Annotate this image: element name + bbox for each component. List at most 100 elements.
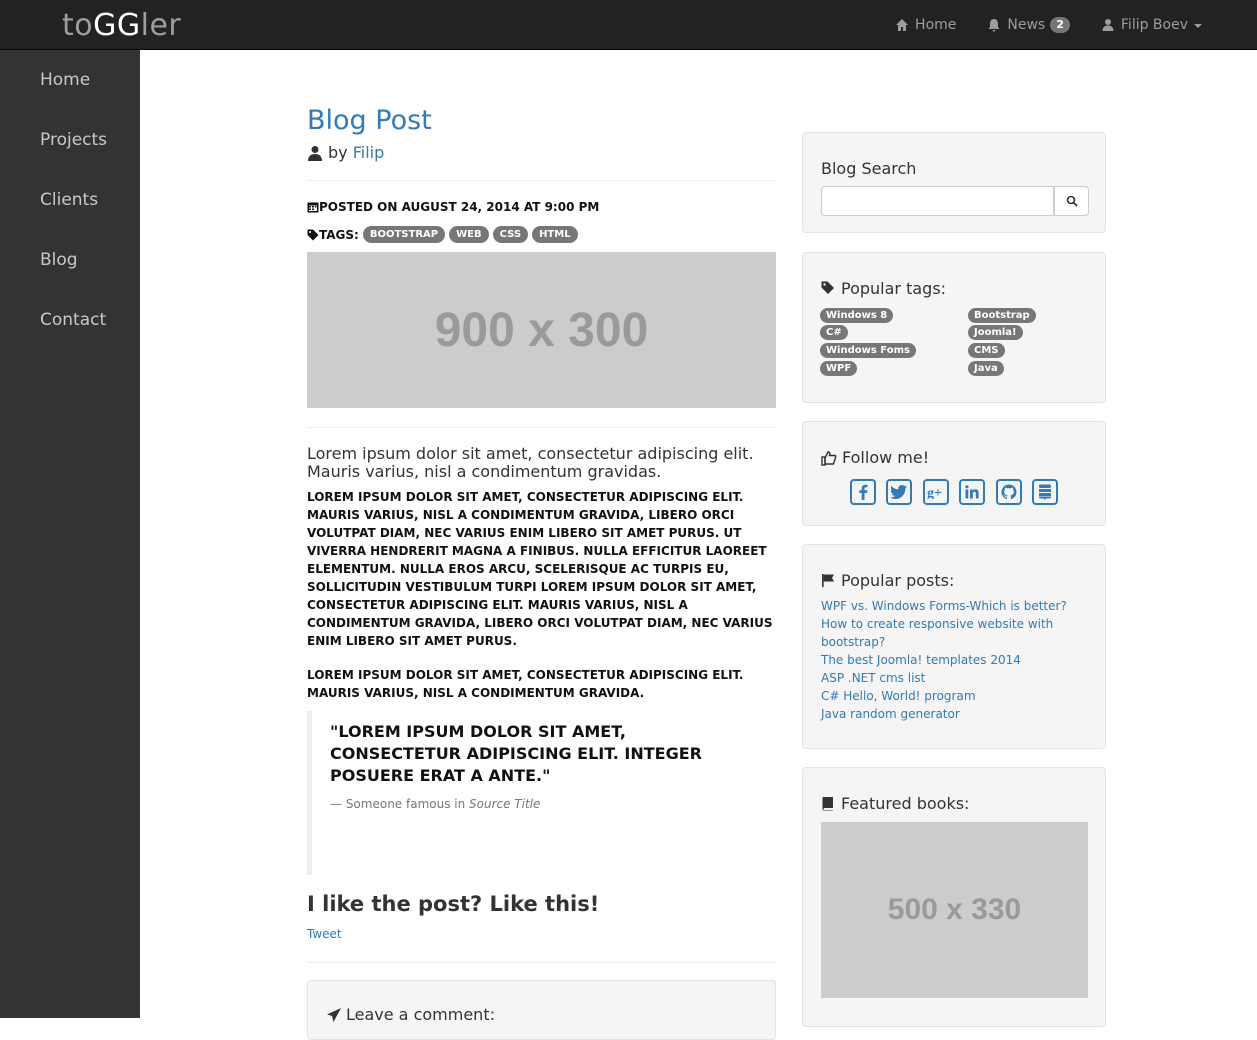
home-icon [896, 19, 909, 31]
user-icon [1102, 19, 1114, 31]
follow-title-text: Follow me! [842, 448, 930, 467]
nav-home-label: Home [915, 17, 957, 33]
post-tags: TAGS: BOOTSTRAP WEB CSS HTML [307, 226, 578, 243]
popular-post-link[interactable]: Java random generator [821, 705, 1091, 723]
facebook-icon[interactable] [850, 479, 876, 505]
popular-posts-list: WPF vs. Windows Forms-Which is better? H… [821, 597, 1091, 723]
nav-user-label: Filip Boev [1120, 17, 1188, 33]
brand-logo[interactable]: toGGler [62, 8, 181, 44]
sidebar: Home Projects Clients Blog Contact [0, 50, 140, 1018]
quote-source: — Someone famous in Source Title [330, 797, 540, 811]
search-button[interactable] [1054, 186, 1089, 216]
stack-exchange-icon[interactable] [1032, 479, 1058, 505]
flag-icon [822, 574, 834, 587]
post-image-label: 900 x 300 [434, 303, 649, 357]
tweet-button[interactable]: Tweet [307, 927, 342, 941]
popular-posts-title-text: Popular posts: [841, 571, 955, 590]
popular-posts-widget: Popular posts: WPF vs. Windows Forms-Whi… [802, 544, 1106, 749]
popular-tag[interactable]: C# [820, 325, 848, 340]
news-count-badge: 2 [1050, 17, 1070, 33]
user-icon [308, 145, 322, 161]
tags-icon [821, 281, 834, 294]
like-heading: I like the post? Like this! [307, 892, 600, 916]
post-paragraph: Lorem ipsum dolor sit amet, consectetur … [307, 490, 773, 648]
sidebar-item-blog[interactable]: Blog [40, 250, 78, 270]
comment-heading-text: Leave a comment: [346, 1005, 495, 1024]
nav-news-link[interactable]: News 2 [987, 17, 1070, 33]
post-image-placeholder: 900 x 300 [307, 252, 776, 408]
book-image-label: 500 x 330 [887, 893, 1022, 926]
popular-tag[interactable]: Windows Foms [820, 343, 916, 358]
sidebar-item-clients[interactable]: Clients [40, 190, 98, 210]
nav-news-label: News [1007, 17, 1046, 33]
brand-part-3: ler [140, 8, 182, 43]
popular-tag[interactable]: Java [968, 361, 1004, 376]
popular-tag[interactable]: WPF [820, 361, 858, 376]
popular-tag[interactable]: Bootstrap [968, 308, 1036, 323]
popular-tags-widget: Popular tags: Windows 8 C# Windows Foms … [802, 252, 1106, 403]
linkedin-icon[interactable] [959, 479, 985, 505]
quote-source-prefix: — Someone famous in [330, 797, 466, 811]
sidebar-item-home[interactable]: Home [40, 70, 90, 90]
book-icon [822, 797, 833, 811]
post-date-text: POSTED ON AUGUST 24, 2014 AT 9:00 PM [319, 200, 600, 214]
post-date: POSTED ON AUGUST 24, 2014 AT 9:00 PM [307, 200, 599, 214]
twitter-icon[interactable] [886, 479, 912, 505]
tag-web[interactable]: WEB [449, 226, 489, 243]
tag-icon [307, 229, 319, 240]
sidebar-item-contact[interactable]: Contact [40, 310, 106, 330]
popular-tag[interactable]: Windows 8 [820, 308, 894, 323]
follow-title: Follow me! [821, 448, 929, 467]
post-paragraph: Lorem ipsum dolor sit amet, consectetur … [307, 668, 744, 700]
post-lead: Lorem ipsum dolor sit amet, consectetur … [307, 444, 754, 481]
bell-icon [988, 19, 1000, 32]
blockquote: "Lorem ipsum dolor sit amet, consectetur… [307, 711, 776, 875]
book-image-placeholder: 500 x 330 [821, 822, 1088, 998]
divider [307, 962, 776, 963]
popular-posts-title: Popular posts: [821, 571, 954, 590]
github-icon[interactable] [996, 479, 1022, 505]
popular-post-link[interactable]: WPF vs. Windows Forms-Which is better? [821, 597, 1091, 615]
featured-books-widget: Featured books: 500 x 330 [802, 767, 1106, 1027]
send-icon [327, 1007, 341, 1022]
comment-heading: Leave a comment: [326, 1005, 495, 1024]
sidebar-item-projects[interactable]: Projects [40, 130, 107, 150]
popular-post-link[interactable]: C# Hello, World! program [821, 687, 1091, 705]
byline: by Filip [307, 143, 384, 162]
byline-prefix: by [328, 143, 348, 162]
popular-tag[interactable]: Joomla! [968, 325, 1023, 340]
popular-tags-title-text: Popular tags: [841, 279, 947, 298]
tag-css[interactable]: CSS [492, 226, 529, 243]
comment-form: Leave a comment: [307, 980, 776, 1040]
popular-post-link[interactable]: How to create responsive website with bo… [821, 615, 1091, 651]
calendar-icon [307, 202, 319, 213]
popular-tags-title: Popular tags: [821, 279, 946, 298]
divider [307, 180, 776, 181]
navbar-right: Home News 2 Filip Boev [864, 0, 1202, 50]
blog-search-title: Blog Search [821, 159, 917, 178]
author-link[interactable]: Filip [353, 143, 385, 162]
quote-source-title: Source Title [469, 797, 541, 811]
brand-part-2: GG [93, 8, 141, 43]
tag-html[interactable]: HTML [532, 226, 578, 243]
google-plus-icon[interactable]: g+ [923, 479, 949, 505]
brand-part-1: to [62, 8, 94, 43]
page-title: Blog Post [307, 105, 432, 136]
popular-post-link[interactable]: ASP .NET cms list [821, 669, 1091, 687]
featured-books-title-text: Featured books: [841, 794, 970, 813]
search-input[interactable] [821, 186, 1054, 216]
popular-tag[interactable]: CMS [968, 343, 1005, 358]
follow-widget: Follow me! g+ [802, 421, 1106, 526]
nav-home-link[interactable]: Home [895, 17, 956, 33]
nav-user-menu[interactable]: Filip Boev [1101, 17, 1202, 33]
search-icon [1066, 195, 1078, 207]
chevron-down-icon [1194, 24, 1202, 28]
thumbs-up-icon [821, 450, 837, 466]
tag-bootstrap[interactable]: BOOTSTRAP [362, 226, 446, 243]
blog-search-widget: Blog Search [802, 132, 1106, 233]
divider [307, 427, 776, 428]
popular-post-link[interactable]: The best Joomla! templates 2014 [821, 651, 1091, 669]
tags-label: TAGS: [319, 227, 359, 242]
featured-books-title: Featured books: [821, 794, 969, 813]
top-navbar: toGGler Home News 2 Filip Boev [0, 0, 1257, 50]
